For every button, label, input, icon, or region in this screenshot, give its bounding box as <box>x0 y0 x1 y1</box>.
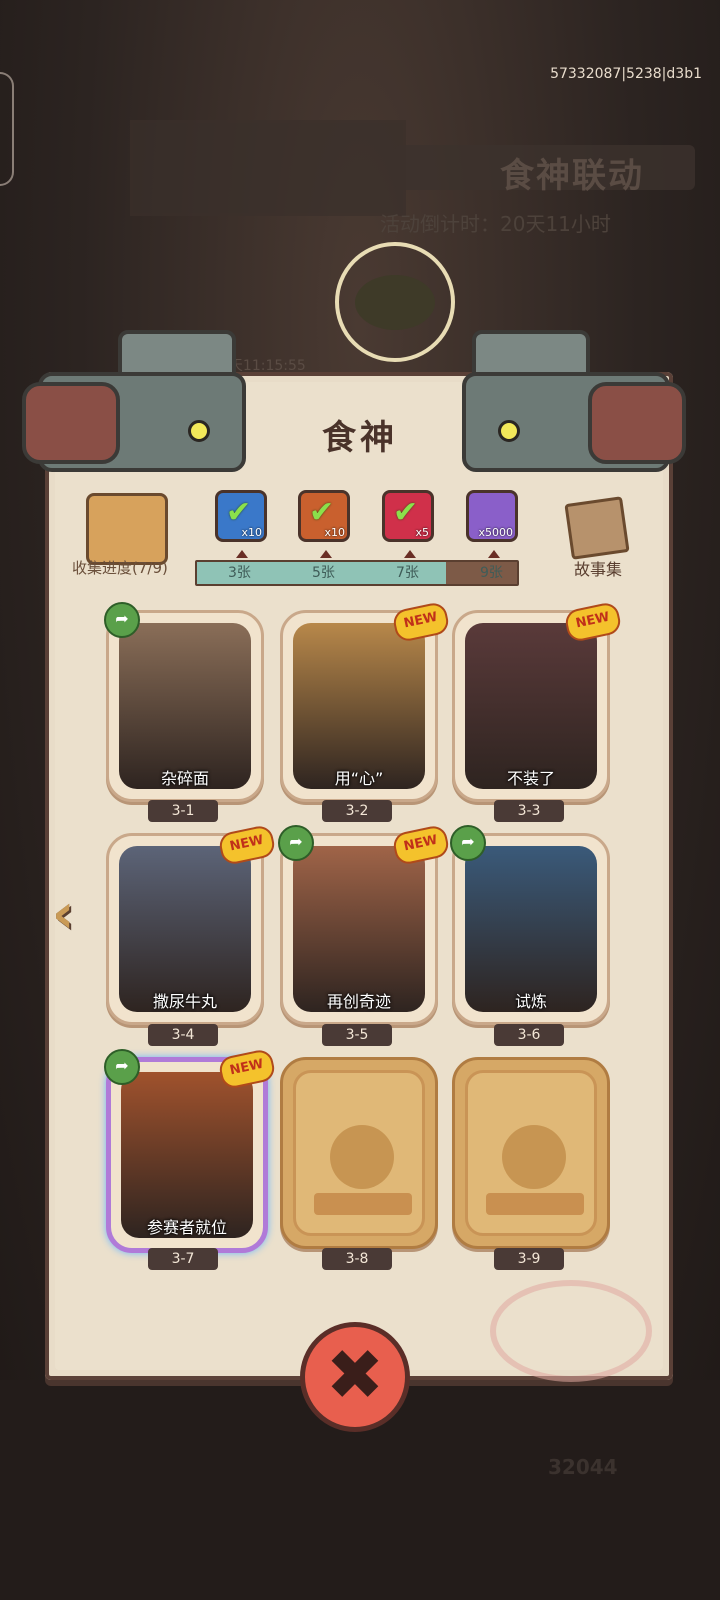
story-card-3-1[interactable]: 杂碎面 <box>106 610 264 802</box>
chevron-left-icon[interactable]: ‹ <box>48 880 92 950</box>
story-card-3-6[interactable]: 试炼 <box>452 833 610 1025</box>
story-collection-label[interactable]: 故事集 <box>574 556 622 580</box>
card-title: 再创奇迹 <box>326 992 391 1011</box>
story-collection-icon[interactable] <box>564 496 630 560</box>
reward-count: x5000 <box>478 526 513 539</box>
milestone-pointer-icon <box>320 550 332 558</box>
milestone-label: 9张 <box>480 565 503 581</box>
share-arrow-icon[interactable]: ➦ <box>278 825 314 861</box>
story-card-3-8[interactable] <box>280 1057 438 1249</box>
milestone-label: 5张 <box>312 565 335 581</box>
reward-count: x10 <box>324 526 345 539</box>
card-id-label: 3-3 <box>494 800 564 822</box>
checkmark-icon: ✔ <box>226 495 252 530</box>
milestone-pointer-icon <box>404 550 416 558</box>
reward-count: x5 <box>415 526 429 539</box>
card-id-label: 3-6 <box>494 1024 564 1046</box>
share-arrow-icon[interactable]: ➦ <box>450 825 486 861</box>
silhouette-face-icon <box>502 1125 566 1189</box>
build-id-label: 57332087|5238|d3b1 <box>550 66 702 82</box>
side-handle-icon[interactable] <box>0 72 14 186</box>
background-countdown: 活动倒计时：20天11小时 <box>380 212 611 236</box>
background-event-title: 食神联动 <box>500 156 644 196</box>
milestone-label: 3张 <box>228 565 251 581</box>
panel-title: 食神 <box>322 418 398 458</box>
card-title: 撒尿牛丸 <box>152 992 217 1011</box>
stamp-seal-icon <box>490 1280 652 1382</box>
card-id-label: 3-2 <box>322 800 392 822</box>
milestone-pointer-icon <box>236 550 248 558</box>
card-id-label: 3-8 <box>322 1248 392 1270</box>
checkmark-icon: ✔ <box>393 495 419 530</box>
story-card-3-7[interactable]: 参赛者就位 <box>106 1057 268 1253</box>
reward-icon-1[interactable]: ✔ x10 <box>215 490 267 542</box>
card-title: 参赛者就位 <box>146 1218 227 1237</box>
selected-dish-icon <box>355 275 435 330</box>
banner-ribbon-icon <box>314 1193 412 1215</box>
background-shelf <box>130 120 406 216</box>
card-id-label: 3-4 <box>148 1024 218 1046</box>
collection-progress-label: 收集进度(7/9) <box>72 559 168 577</box>
reward-icon-3[interactable]: ✔ x5 <box>382 490 434 542</box>
card-title: 不装了 <box>506 769 555 788</box>
card-id-label: 3-1 <box>148 800 218 822</box>
locked-card-placeholder-icon <box>293 1070 425 1236</box>
milestone-label: 7张 <box>396 565 419 581</box>
card-id-label: 3-7 <box>148 1248 218 1270</box>
card-id-label: 3-9 <box>494 1248 564 1270</box>
card-title: 用“心” <box>334 769 384 788</box>
share-arrow-icon[interactable]: ➦ <box>104 1049 140 1085</box>
card-id-label: 3-5 <box>322 1024 392 1046</box>
reward-icon-4[interactable]: x5000 <box>466 490 518 542</box>
milestone-pointer-icon <box>488 550 500 558</box>
collection-book-icon[interactable] <box>86 493 168 565</box>
story-card-3-9[interactable] <box>452 1057 610 1249</box>
banner-ribbon-icon <box>486 1193 584 1215</box>
card-title: 试炼 <box>514 992 547 1011</box>
reward-count: x10 <box>241 526 262 539</box>
locked-card-placeholder-icon <box>465 1070 597 1236</box>
close-button[interactable]: ✖ <box>300 1322 410 1432</box>
checkmark-icon: ✔ <box>309 495 335 530</box>
card-title: 杂碎面 <box>160 769 209 788</box>
background-coin-count: 32044 <box>548 1455 618 1479</box>
share-arrow-icon[interactable]: ➦ <box>104 602 140 638</box>
reward-icon-2[interactable]: ✔ x10 <box>298 490 350 542</box>
silhouette-face-icon <box>330 1125 394 1189</box>
